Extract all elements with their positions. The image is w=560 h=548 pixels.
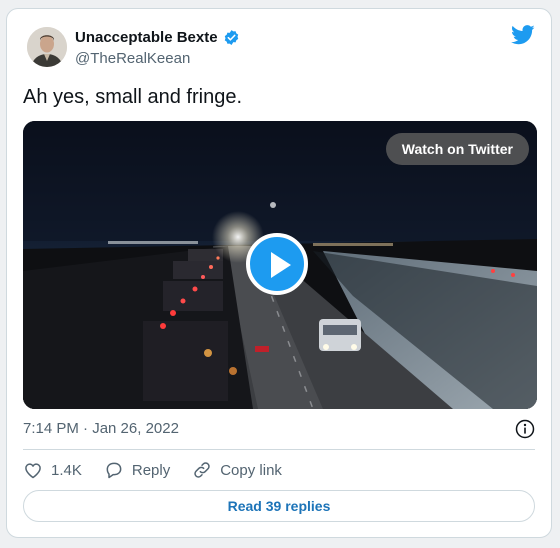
reply-icon (106, 462, 122, 479)
reply-label: Reply (131, 461, 171, 479)
copy-link-label: Copy link (220, 461, 282, 479)
play-button[interactable] (246, 233, 308, 295)
twitter-bird-icon[interactable] (511, 25, 535, 45)
like-count: 1.4K (51, 461, 82, 479)
info-icon[interactable] (515, 419, 535, 439)
watch-on-twitter-button[interactable]: Watch on Twitter (385, 133, 529, 165)
read-replies-button[interactable]: Read 39 replies (23, 490, 535, 522)
avatar[interactable] (27, 27, 67, 67)
copy-link-button[interactable]: Copy link (192, 460, 282, 480)
tweet-text: Ah yes, small and fringe. (23, 86, 242, 108)
tweet-timestamp[interactable]: 7:14 PM · Jan 26, 2022 (23, 420, 179, 437)
verified-badge-icon (223, 29, 240, 46)
divider (23, 449, 535, 450)
author-name-row[interactable]: Unacceptable Bexte (75, 29, 240, 46)
reply-button[interactable]: Reply (104, 460, 170, 480)
video-player[interactable]: Watch on Twitter (23, 121, 537, 409)
author-handle[interactable]: @TheRealKeean (75, 50, 190, 67)
author-display-name[interactable]: Unacceptable Bexte (75, 29, 218, 46)
tweet-embed-card: Unacceptable Bexte @TheRealKeean Ah yes,… (6, 8, 552, 538)
play-icon (271, 252, 291, 278)
action-bar: 1.4K Reply Copy link (23, 458, 304, 482)
heart-icon (25, 463, 41, 479)
link-icon (194, 462, 210, 478)
like-button[interactable]: 1.4K (23, 460, 82, 480)
